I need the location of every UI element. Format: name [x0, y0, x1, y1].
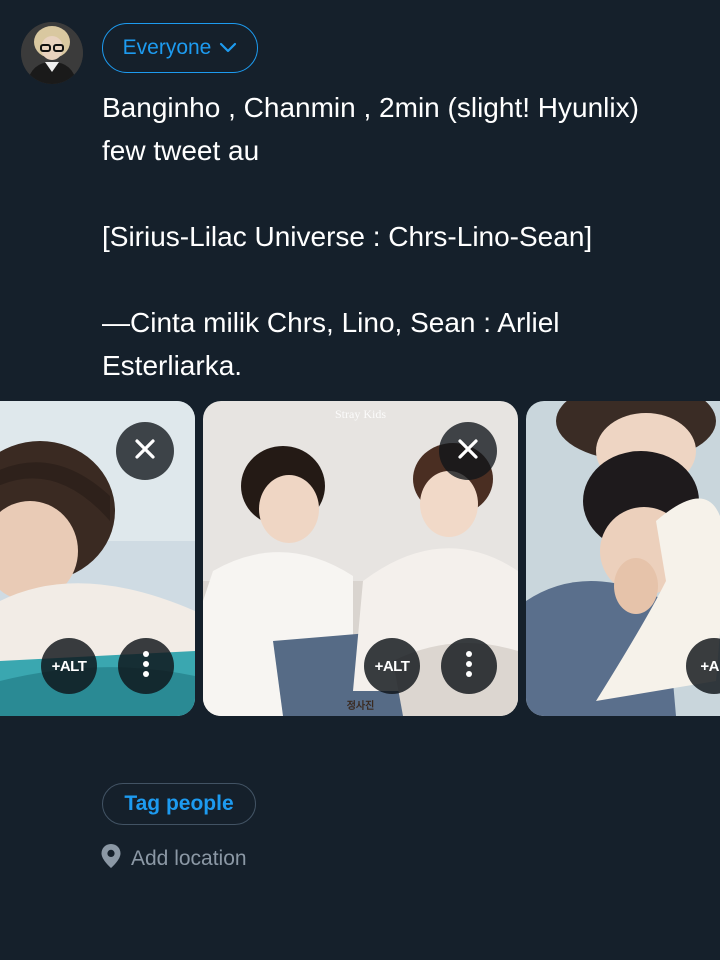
more-vertical-icon [142, 650, 150, 683]
more-vertical-icon [465, 650, 473, 683]
media-options-button[interactable] [118, 638, 174, 694]
media-watermark-top: Stray Kids [335, 407, 386, 421]
location-pin-icon [100, 843, 122, 875]
remove-media-button[interactable] [439, 422, 497, 480]
close-icon [133, 437, 157, 466]
media-watermark-bottom: 정사진 [346, 701, 375, 712]
add-location-button[interactable]: Add location [100, 844, 247, 874]
media-item[interactable]: Stray Kids 정사진 +ALT [203, 401, 518, 716]
remove-media-button[interactable] [116, 422, 174, 480]
add-location-label: Add location [131, 847, 247, 870]
close-icon [456, 437, 480, 466]
media-options-button[interactable] [441, 638, 497, 694]
audience-selector[interactable]: Everyone [102, 23, 258, 73]
media-item[interactable]: +AL [526, 401, 720, 716]
add-alt-text-button[interactable]: +ALT [364, 638, 420, 694]
add-alt-text-button[interactable]: +ALT [41, 638, 97, 694]
audience-label: Everyone [122, 36, 212, 59]
tag-people-button[interactable]: Tag people [102, 783, 256, 825]
media-strip[interactable]: +ALT Stray Kids 정사진 +ALT +A [0, 401, 720, 716]
avatar[interactable] [21, 22, 83, 84]
tweet-text-input[interactable]: Banginho , Chanmin , 2min (slight! Hyunl… [102, 86, 706, 387]
media-item[interactable]: +ALT [0, 401, 195, 716]
chevron-down-icon [219, 42, 237, 54]
